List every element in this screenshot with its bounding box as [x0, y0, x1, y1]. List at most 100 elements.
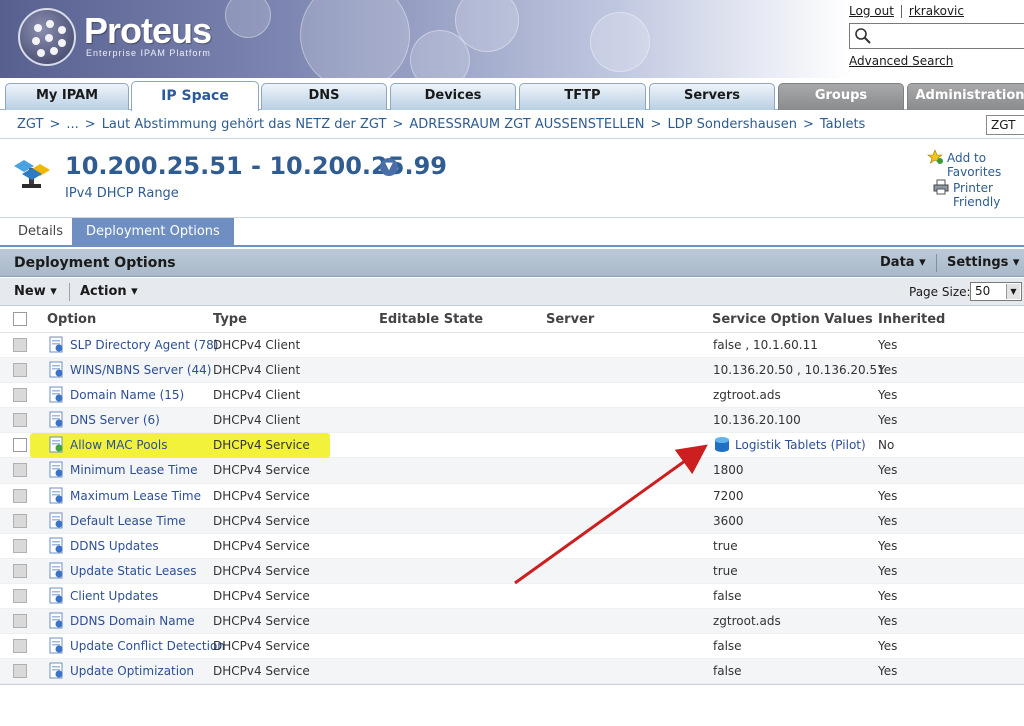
column-header-option[interactable]: Option	[47, 312, 96, 327]
settings-menu[interactable]: Settings ▾	[947, 255, 1019, 270]
row-checkbox[interactable]	[13, 438, 27, 453]
option-link[interactable]: DNS Server (6)	[70, 413, 160, 427]
table-row[interactable]: Update Conflict Detection DHCPv4 Service f…	[0, 634, 1024, 660]
column-header-type[interactable]: Type	[213, 312, 247, 327]
row-checkbox[interactable]	[13, 664, 27, 679]
option-link[interactable]: Client Updates	[70, 589, 158, 603]
tab-servers[interactable]: Servers	[649, 83, 775, 110]
option-link[interactable]: Default Lease Time	[70, 514, 186, 528]
tab-tftp[interactable]: TFTP	[519, 83, 646, 110]
option-link[interactable]: Update Conflict Detection	[70, 639, 225, 653]
table-row[interactable]: DDNS Updates DHCPv4 Service true Yes	[0, 534, 1024, 559]
column-header-editable-state[interactable]: Editable State	[379, 312, 483, 327]
tab-devices[interactable]: Devices	[390, 83, 516, 110]
option-icon	[49, 637, 63, 654]
search-icon[interactable]	[854, 27, 872, 45]
table-row[interactable]: Update Static Leases DHCPv4 Service true Ye…	[0, 558, 1024, 584]
table-row[interactable]: SLP Directory Agent (78) DHCPv4 Client fal…	[0, 333, 1024, 359]
row-checkbox[interactable]	[13, 488, 27, 503]
option-link[interactable]: Domain Name (15)	[70, 388, 184, 402]
row-checkbox[interactable]	[13, 338, 27, 352]
mac-pool-link[interactable]: Logistik Tablets (Pilot)	[735, 438, 866, 452]
table-row[interactable]: DDNS Domain Name DHCPv4 Service zgtroot.ad…	[0, 609, 1024, 635]
page-size-select[interactable]: 50 ▼	[970, 282, 1022, 301]
row-checkbox[interactable]	[13, 588, 27, 603]
configuration-select[interactable]: ZGT	[986, 115, 1024, 135]
row-checkbox[interactable]	[13, 563, 27, 578]
option-link[interactable]: Allow MAC Pools	[70, 438, 167, 452]
option-link[interactable]: SLP Directory Agent (78)	[70, 338, 218, 352]
select-all-checkbox[interactable]	[13, 312, 27, 326]
breadcrumb-item[interactable]: Laut Abstimmung gehört das NETZ der ZGT	[102, 117, 387, 132]
option-link[interactable]: Update Optimization	[70, 664, 194, 678]
row-checkbox[interactable]	[13, 614, 27, 629]
search-box[interactable]	[849, 23, 1024, 49]
table-row[interactable]: WINS/NBNS Server (44) DHCPv4 Client 10.136…	[0, 358, 1024, 384]
tab-my-ipam[interactable]: My IPAM	[5, 83, 129, 110]
column-header-service-option-values[interactable]: Service Option Values	[712, 312, 873, 327]
inherited-cell: Yes	[878, 664, 898, 679]
column-header-server[interactable]: Server	[546, 312, 594, 327]
type-cell: DHCPv4 Service	[213, 463, 310, 478]
tab-details[interactable]: Details	[4, 218, 77, 246]
action-button[interactable]: Action ▾	[80, 284, 138, 299]
search-input[interactable]	[874, 27, 1014, 45]
value-cell: 1800	[713, 463, 744, 478]
chevron-down-icon[interactable]: ▼	[1006, 284, 1020, 299]
tab-ip-space[interactable]: IP Space	[131, 81, 259, 111]
value-cell: zgtroot.ads	[713, 388, 781, 403]
divider	[0, 684, 1024, 685]
row-checkbox[interactable]	[13, 388, 27, 403]
breadcrumb-item[interactable]: LDP Sondershausen	[667, 117, 797, 132]
row-checkbox[interactable]	[13, 463, 27, 478]
username-link[interactable]: rkrakovic	[909, 4, 964, 18]
tab-deployment-options[interactable]: Deployment Options	[72, 218, 234, 246]
breadcrumb-item[interactable]: ADRESSRAUM ZGT AUSSENSTELLEN	[409, 117, 644, 132]
table-row[interactable]: Client Updates DHCPv4 Service false Yes	[0, 584, 1024, 610]
table-row[interactable]: Allow MAC Pools DHCPv4 Service Logistik Ta…	[0, 433, 1024, 459]
column-header-inherited[interactable]: Inherited	[878, 312, 945, 327]
row-checkbox[interactable]	[13, 363, 27, 378]
row-checkbox[interactable]	[13, 413, 27, 428]
table-row[interactable]: Update Optimization DHCPv4 Service false Ye…	[0, 659, 1024, 685]
table-row[interactable]: Domain Name (15) DHCPv4 Client zgtroot.ads…	[0, 383, 1024, 409]
table-row[interactable]: DNS Server (6) DHCPv4 Client 10.136.20.100…	[0, 408, 1024, 434]
breadcrumb-item[interactable]: ZGT	[17, 117, 43, 132]
option-link[interactable]: Update Static Leases	[70, 564, 197, 578]
inherited-cell: Yes	[878, 388, 898, 403]
row-checkbox[interactable]	[13, 538, 27, 553]
logo-text: Proteus	[84, 10, 212, 51]
option-link[interactable]: WINS/NBNS Server (44)	[70, 363, 211, 377]
table-row[interactable]: Default Lease Time DHCPv4 Service 3600 Yes	[0, 508, 1024, 534]
type-cell: DHCPv4 Client	[213, 338, 301, 352]
breadcrumb-separator: >	[49, 117, 61, 132]
option-link[interactable]: Minimum Lease Time	[70, 463, 197, 477]
printer-friendly-link[interactable]: Printer Friendly	[933, 179, 1024, 209]
option-icon	[49, 461, 63, 478]
new-button[interactable]: New ▾	[14, 284, 57, 299]
add-to-favorites-link[interactable]: Add to Favorites	[927, 149, 1024, 179]
tab-dns[interactable]: DNS	[261, 83, 387, 110]
tab-administration[interactable]: Administration	[907, 83, 1024, 110]
inherited-cell: Yes	[878, 413, 898, 428]
option-link[interactable]: DDNS Updates	[70, 539, 159, 553]
chevron-down-icon[interactable]: ▼	[380, 158, 398, 176]
row-checkbox[interactable]	[13, 513, 27, 528]
tab-groups[interactable]: Groups	[778, 83, 904, 110]
option-link[interactable]: Maximum Lease Time	[70, 489, 201, 503]
table-row[interactable]: Minimum Lease Time DHCPv4 Service 1800 Yes	[0, 458, 1024, 484]
logout-link[interactable]: Log out	[849, 4, 894, 18]
type-cell: DHCPv4 Client	[213, 388, 301, 403]
breadcrumb-item[interactable]: ...	[66, 117, 78, 132]
option-link[interactable]: DDNS Domain Name	[70, 614, 195, 628]
data-menu[interactable]: Data ▾	[880, 255, 926, 270]
table-row[interactable]: Maximum Lease Time DHCPv4 Service 7200 Yes	[0, 484, 1024, 509]
row-checkbox[interactable]	[13, 639, 27, 654]
breadcrumb-separator: >	[802, 117, 814, 132]
action-button-label: Action	[80, 284, 127, 299]
breadcrumb-item[interactable]: Tablets	[820, 117, 866, 132]
chevron-down-icon: ▾	[1012, 255, 1020, 270]
advanced-search-link[interactable]: Advanced Search	[849, 54, 953, 68]
breadcrumb-trail: ZGT >... > Laut Abstimmung gehört das NETZ …	[17, 117, 865, 132]
inherited-cell: Yes	[878, 639, 898, 654]
